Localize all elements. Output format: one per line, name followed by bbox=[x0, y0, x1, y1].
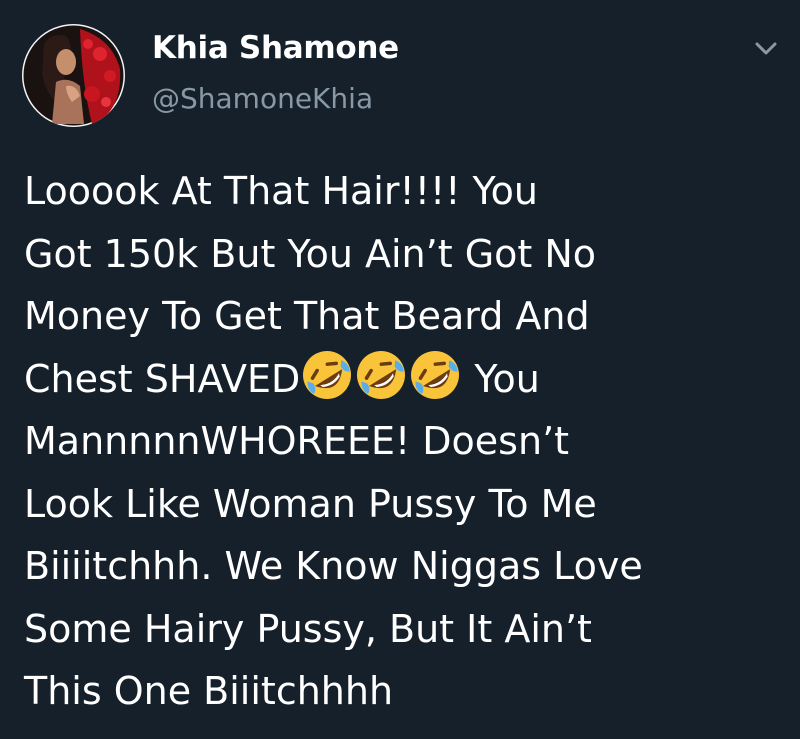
tweet-text-line: Chest SHAVED You bbox=[24, 347, 794, 411]
tweet-text-segment: You bbox=[462, 356, 540, 401]
tweet-text-line: Biiiitchhh. We Know Niggas Love bbox=[24, 544, 643, 588]
rofl-emoji-icon bbox=[354, 347, 409, 402]
chevron-down-icon[interactable] bbox=[748, 36, 784, 62]
tweet-text-line: MannnnnWHOREEE! Doesn’t bbox=[24, 419, 570, 463]
tweet-text-line: Got 150k But You Ain’t Got No bbox=[24, 231, 597, 276]
tweet-text-line: This One Biiitchhhh bbox=[24, 669, 394, 713]
tweet-card: Khia Shamone @ShamoneKhia Looook At That… bbox=[0, 0, 800, 739]
tweet-text: Looook At That Hair!!!! You Got 150k But… bbox=[24, 160, 794, 723]
author-display-name[interactable]: Khia Shamone bbox=[152, 30, 399, 66]
tweet-text-segment: Chest SHAVED bbox=[24, 356, 301, 401]
tweet-text-line: Look Like Woman Pussy To Me bbox=[24, 481, 597, 526]
tweet-text-line: Money To Get That Beard And bbox=[24, 294, 590, 338]
rofl-emoji-icon bbox=[408, 347, 463, 402]
rofl-emoji-icon bbox=[300, 347, 355, 402]
avatar[interactable] bbox=[22, 24, 125, 127]
tweet-text-line: Looook At That Hair!!!! You bbox=[24, 169, 539, 213]
author-handle[interactable]: @ShamoneKhia bbox=[152, 82, 373, 115]
tweet-text-line: Some Hairy Pussy, But It Ain’t bbox=[24, 606, 592, 651]
